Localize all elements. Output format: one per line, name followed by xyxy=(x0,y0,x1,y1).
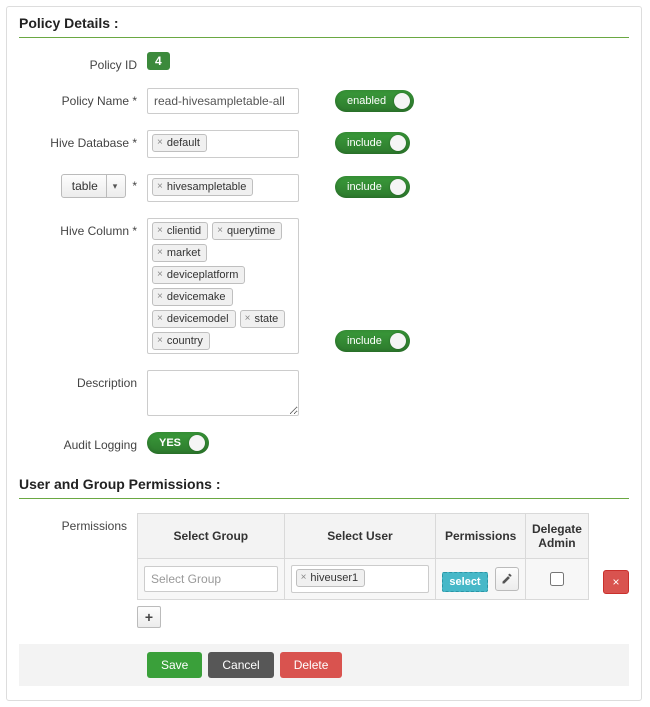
tag-label: devicemake xyxy=(167,291,226,303)
hive-column-input[interactable]: × clientid × querytime × market × deviceplatfor… xyxy=(147,218,299,354)
toggle-include-db-label: include xyxy=(347,137,382,149)
policy-name-input[interactable] xyxy=(147,88,299,114)
select-group-input[interactable] xyxy=(144,566,278,592)
col-select-group: Select Group xyxy=(138,514,285,559)
policy-panel: Policy Details : Policy ID 4 Policy Name… xyxy=(6,6,642,701)
close-icon[interactable]: × xyxy=(157,314,163,324)
label-description: Description xyxy=(19,370,147,390)
close-icon[interactable]: × xyxy=(157,292,163,302)
toggle-knob-icon xyxy=(390,135,406,151)
close-icon[interactable]: × xyxy=(217,226,223,236)
label-audit-logging: Audit Logging xyxy=(19,432,147,452)
tag[interactable]: × devicemodel xyxy=(152,310,236,328)
close-icon[interactable]: × xyxy=(245,314,251,324)
label-hive-database: Hive Database * xyxy=(19,130,147,150)
select-user-input[interactable]: ×hiveuser1 xyxy=(291,565,430,593)
add-row-button[interactable]: + xyxy=(137,606,161,628)
toggle-enabled[interactable]: enabled xyxy=(335,90,414,112)
policy-id-badge: 4 xyxy=(147,52,170,70)
table-type-dropdown[interactable]: table ▾ xyxy=(61,174,127,198)
row-audit-logging: Audit Logging YES xyxy=(19,432,629,454)
edit-permissions-button[interactable] xyxy=(495,567,519,591)
tag[interactable]: × clientid xyxy=(152,222,208,240)
close-icon[interactable]: × xyxy=(157,182,163,192)
toggle-include-column[interactable]: include xyxy=(335,330,410,352)
delegate-admin-checkbox[interactable] xyxy=(550,572,564,586)
label-policy-name: Policy Name * xyxy=(19,88,147,108)
row-hive-database: Hive Database * × default include xyxy=(19,130,629,158)
row-description: Description xyxy=(19,370,629,416)
row-policy-id: Policy ID 4 xyxy=(19,52,629,72)
tag-label: deviceplatform xyxy=(167,269,239,281)
toggle-enabled-label: enabled xyxy=(347,95,386,107)
tag[interactable]: × country xyxy=(152,332,210,350)
cancel-button[interactable]: Cancel xyxy=(208,652,273,678)
tag-label: querytime xyxy=(227,225,275,237)
table-type-value: table xyxy=(72,179,98,193)
tag-label: country xyxy=(167,335,203,347)
tag[interactable]: ×state xyxy=(240,310,286,328)
row-table: table ▾ * × hivesampletable include xyxy=(19,174,629,202)
close-icon[interactable]: × xyxy=(157,270,163,280)
tag-label: default xyxy=(167,137,200,149)
tag-label: hiveuser1 xyxy=(310,572,358,584)
toggle-include-table-label: include xyxy=(347,181,382,193)
toggle-include-column-label: include xyxy=(347,335,382,347)
chevron-down-icon: ▾ xyxy=(106,175,124,197)
permissions-table: Select Group Select User Permissions Del… xyxy=(137,513,589,600)
tag[interactable]: × hivesampletable xyxy=(152,178,253,196)
toggle-knob-icon xyxy=(390,333,406,349)
section-permissions-title: User and Group Permissions : xyxy=(19,476,629,499)
tag-label: market xyxy=(167,247,201,259)
description-textarea[interactable] xyxy=(147,370,299,416)
pencil-icon xyxy=(501,573,513,585)
tag[interactable]: × querytime xyxy=(212,222,282,240)
permission-chip-select[interactable]: select xyxy=(442,572,487,592)
tag-label: devicemodel xyxy=(167,313,229,325)
label-policy-id: Policy ID xyxy=(19,52,147,72)
tag[interactable]: × deviceplatform xyxy=(152,266,245,284)
hive-database-input[interactable]: × default xyxy=(147,130,299,158)
tag[interactable]: × default xyxy=(152,134,207,152)
section-policy-details-title: Policy Details : xyxy=(19,15,629,38)
row-policy-name: Policy Name * enabled xyxy=(19,88,629,114)
row-permissions: Permissions Select Group Select User Per… xyxy=(19,513,629,628)
action-bar: Save Cancel Delete xyxy=(19,644,629,686)
tag[interactable]: ×hiveuser1 xyxy=(296,569,366,587)
table-asterisk: * xyxy=(132,179,137,193)
tag-label: state xyxy=(254,313,278,325)
toggle-audit-label: YES xyxy=(159,437,181,449)
toggle-knob-icon xyxy=(189,435,205,451)
tag-label: clientid xyxy=(167,225,201,237)
toggle-audit-logging[interactable]: YES xyxy=(147,432,209,454)
row-hive-column: Hive Column * × clientid × querytime × market… xyxy=(19,218,629,354)
toggle-knob-icon xyxy=(394,93,410,109)
col-delegate-admin: Delegate Admin xyxy=(525,514,588,559)
delete-button[interactable]: Delete xyxy=(280,652,343,678)
remove-row-button[interactable]: × xyxy=(603,570,629,594)
tag[interactable]: × market xyxy=(152,244,207,262)
close-icon[interactable]: × xyxy=(157,336,163,346)
close-icon[interactable]: × xyxy=(301,573,307,583)
close-icon[interactable]: × xyxy=(157,138,163,148)
close-icon[interactable]: × xyxy=(157,248,163,258)
table-row: ×hiveuser1 select xyxy=(138,559,589,600)
label-hive-column: Hive Column * xyxy=(19,218,147,238)
tag-label: hivesampletable xyxy=(167,181,247,193)
label-permissions: Permissions xyxy=(19,513,137,533)
col-permissions: Permissions xyxy=(436,514,526,559)
toggle-include-table[interactable]: include xyxy=(335,176,410,198)
toggle-include-db[interactable]: include xyxy=(335,132,410,154)
close-icon[interactable]: × xyxy=(157,226,163,236)
tag[interactable]: × devicemake xyxy=(152,288,233,306)
toggle-knob-icon xyxy=(390,179,406,195)
save-button[interactable]: Save xyxy=(147,652,202,678)
hive-table-input[interactable]: × hivesampletable xyxy=(147,174,299,202)
col-select-user: Select User xyxy=(284,514,436,559)
